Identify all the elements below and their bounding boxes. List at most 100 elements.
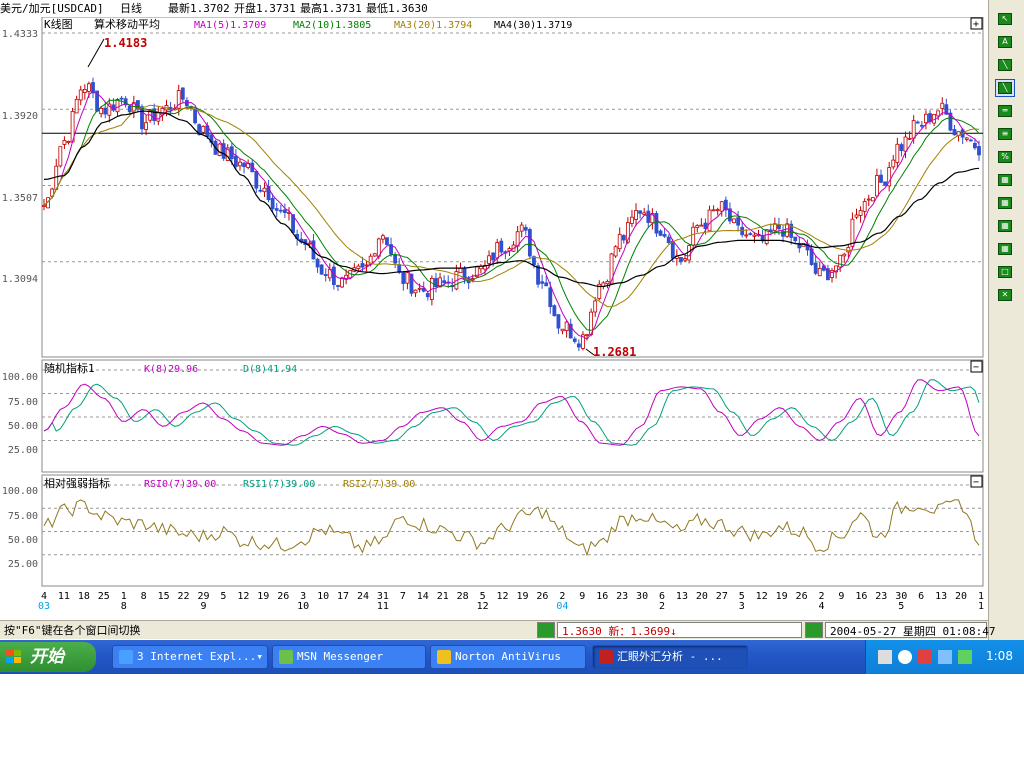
x-month-label: 9	[200, 601, 206, 612]
candle-body	[78, 89, 83, 101]
forex-analysis-window: 美元/加元[USDCAD] 日线 最新1.3702 开盘1.3731 最高1.3…	[0, 0, 1024, 640]
candle-body	[258, 189, 263, 192]
y-tick-rsi-2: 50.00	[8, 535, 38, 546]
candle-body	[630, 216, 634, 224]
fibonacci-tool-button[interactable]: %	[995, 148, 1015, 166]
box-tool-button[interactable]: □	[995, 263, 1015, 281]
line-tool-button[interactable]: ╲	[995, 56, 1015, 74]
candle-body	[103, 107, 108, 115]
taskbar-norton-antivirus[interactable]: Norton AntiVirus	[430, 645, 586, 669]
grid-tool-2-button[interactable]: ▦	[995, 194, 1015, 212]
x-month-label: 5	[898, 601, 904, 612]
candle-body	[899, 144, 904, 151]
candle-body	[552, 305, 557, 317]
candle-body	[936, 110, 941, 117]
candle-body	[331, 266, 336, 286]
candle-body	[319, 264, 324, 275]
parallel-line-icon: ═	[998, 105, 1012, 117]
bulb-icon[interactable]	[805, 622, 823, 638]
chart-area[interactable]: 4 11 18 25 1 8 15 22 29 5 12 19 26 3 10 17 24 31 7 14 21 28 5 1…	[0, 16, 988, 620]
candle-body	[544, 282, 549, 287]
candle-body	[846, 247, 851, 253]
taskbar-msn-messenger[interactable]: MSN Messenger	[272, 645, 426, 669]
y-tick-main-0: 1.4333	[2, 29, 38, 40]
candle-body	[854, 214, 859, 218]
x-day-label: 13	[935, 591, 947, 602]
msn-icon	[279, 650, 293, 664]
candle-body	[491, 252, 496, 261]
grid-tool-1-button[interactable]: ▦	[995, 171, 1015, 189]
x-day-label: 26	[277, 591, 289, 602]
grid-icon: ▦	[998, 197, 1012, 209]
candle-body	[850, 218, 855, 247]
x-day-label: 22	[178, 591, 190, 602]
candle-body	[666, 236, 671, 244]
candle-body	[364, 264, 369, 267]
candle-body	[879, 174, 883, 183]
x-day-label: 19	[516, 591, 528, 602]
x-day-label: 9	[838, 591, 844, 602]
status-hint: 按"F6"键在各个窗口间切换	[4, 624, 141, 637]
candle-body	[385, 237, 389, 245]
candle-body	[356, 265, 361, 269]
input-method-icon[interactable]	[918, 650, 932, 664]
delete-tool-button[interactable]: ✕	[995, 286, 1015, 304]
candle-body	[764, 229, 769, 245]
grid-tool-3-button[interactable]: ▦	[995, 217, 1015, 235]
trend-line-tool-button[interactable]: ╲	[995, 79, 1015, 97]
status-quote: 1.3630 新：1.3699↓	[557, 622, 802, 638]
y-tick-main-1: 1.3920	[2, 111, 38, 122]
x-day-label: 30	[636, 591, 648, 602]
candle-body	[393, 254, 398, 264]
candle-body	[670, 240, 675, 259]
rsi2-label: RSI2(7)39.00	[343, 479, 415, 490]
period-label[interactable]: 日线	[120, 0, 142, 17]
task-label-msn: MSN Messenger	[297, 650, 384, 663]
network-icon[interactable]	[938, 650, 952, 664]
grid-tool-4-button[interactable]: ▦	[995, 240, 1015, 258]
cursor-tool-button[interactable]: ↖	[995, 10, 1015, 28]
candle-body	[870, 197, 875, 202]
candle-body	[830, 270, 834, 278]
parallel-line-tool-button[interactable]: ═	[995, 102, 1015, 120]
calculator-icon[interactable]	[537, 622, 555, 638]
y-tick-rsi-3: 25.00	[8, 559, 38, 570]
candle-body	[42, 205, 46, 207]
grid-icon: ▦	[998, 220, 1012, 232]
tray-clock[interactable]: 1:08	[986, 649, 1013, 663]
candle-body	[691, 226, 696, 246]
x-day-label: 10	[317, 591, 329, 602]
taskbar-forex-app[interactable]: 汇眼外汇分析 - ...	[592, 645, 748, 669]
keyboard-icon[interactable]	[878, 650, 892, 664]
candle-body	[519, 224, 524, 232]
candle-body	[711, 209, 716, 212]
candle-body	[336, 285, 340, 287]
high-marker: 1.4183	[104, 36, 147, 50]
candle-body	[233, 155, 238, 167]
channel-tool-button[interactable]: ≡	[995, 125, 1015, 143]
x-day-label: 15	[158, 591, 170, 602]
candle-body	[99, 107, 104, 115]
candle-body	[442, 280, 447, 284]
ma2-line	[43, 99, 980, 331]
messenger-tray-icon[interactable]	[958, 650, 972, 664]
start-button[interactable]: 开始	[0, 642, 96, 672]
k-value-label: K(8)29.96	[144, 364, 198, 375]
chart-canvas[interactable]: 4 11 18 25 1 8 15 22 29 5 12 19 26 3 10 17 24 31 7 14 21 28 5 1…	[0, 16, 988, 620]
candle-body	[548, 287, 553, 308]
taskbar-internet-explorer[interactable]: 3 Internet Expl... ▾	[112, 645, 268, 669]
candle-body	[180, 87, 185, 100]
ma4-label: MA4(30)1.3719	[494, 20, 572, 31]
candle-body	[417, 287, 422, 290]
x-day-label: 14	[417, 591, 429, 602]
task-label-ie: 3 Internet Expl...	[137, 650, 257, 663]
chevron-left-icon[interactable]	[898, 650, 912, 664]
text-tool-button[interactable]: A	[995, 33, 1015, 51]
x-month-label: 8	[121, 601, 127, 612]
status-bar: 按"F6"键在各个窗口间切换 1.3630 新：1.3699↓ 2004-05-…	[0, 620, 995, 639]
x-day-label: 6	[918, 591, 924, 602]
candle-body	[58, 146, 63, 167]
candle-body	[973, 142, 977, 149]
candle-body	[977, 146, 981, 156]
x-day-label: 25	[98, 591, 110, 602]
